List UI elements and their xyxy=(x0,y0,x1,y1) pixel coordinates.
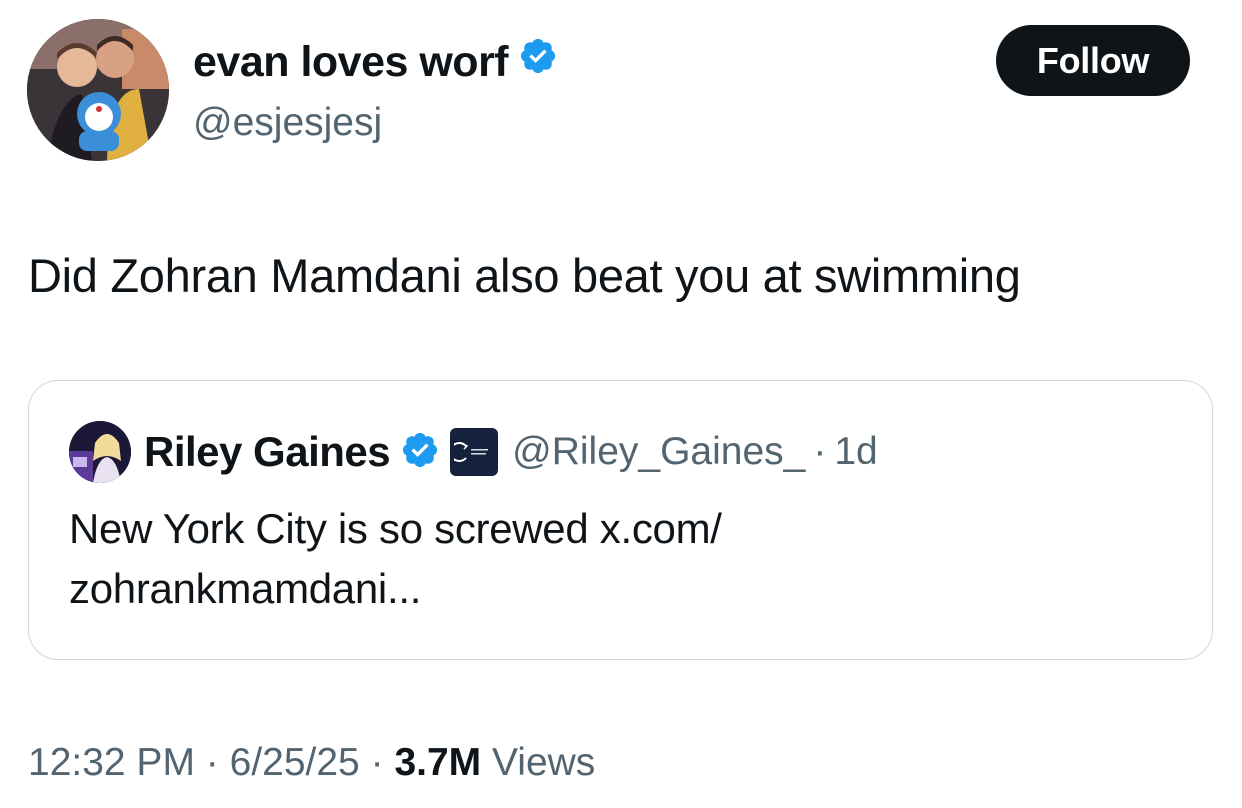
tweet-time[interactable]: 12:32 PM xyxy=(28,741,195,784)
separator-dot: · xyxy=(205,741,219,784)
quoted-text-line: New York City is so screwed x.com/ xyxy=(69,505,722,552)
verified-badge-icon xyxy=(400,430,440,475)
quoted-tweet-card[interactable]: Riley Gaines @Riley_Gaines_ · 1d New Yor… xyxy=(28,380,1213,660)
verified-badge-icon xyxy=(518,36,558,88)
author-handle[interactable]: @esjesjesj xyxy=(193,99,382,147)
follow-button[interactable]: Follow xyxy=(996,25,1190,96)
quoted-text-line: zohrankmamdani... xyxy=(69,565,422,612)
quoted-author-handle[interactable]: @Riley_Gaines_ xyxy=(512,430,805,474)
quoted-tweet-text: New York City is so screwed x.com/ zohra… xyxy=(69,499,969,619)
author-avatar[interactable] xyxy=(27,19,169,161)
author-display-name[interactable]: evan loves worf xyxy=(193,36,558,88)
quoted-tweet-header: Riley Gaines @Riley_Gaines_ · 1d xyxy=(144,425,878,479)
views-count: 3.7M xyxy=(394,741,482,784)
affiliate-badge-icon[interactable] xyxy=(450,428,499,476)
author-name-text: evan loves worf xyxy=(193,38,509,86)
separator-dot: · xyxy=(370,741,384,784)
views-label: Views xyxy=(491,741,596,784)
quoted-author-avatar[interactable] xyxy=(69,421,131,483)
tweet-text: Did Zohran Mamdani also beat you at swim… xyxy=(28,249,1021,302)
tweet-meta: 12:32 PM · 6/25/25 · 3.7M Views xyxy=(28,734,595,792)
quoted-author-name[interactable]: Riley Gaines xyxy=(144,428,391,476)
tweet-date[interactable]: 6/25/25 xyxy=(230,741,360,784)
separator-dot: · xyxy=(813,430,827,473)
quoted-timestamp[interactable]: 1d xyxy=(834,430,877,474)
